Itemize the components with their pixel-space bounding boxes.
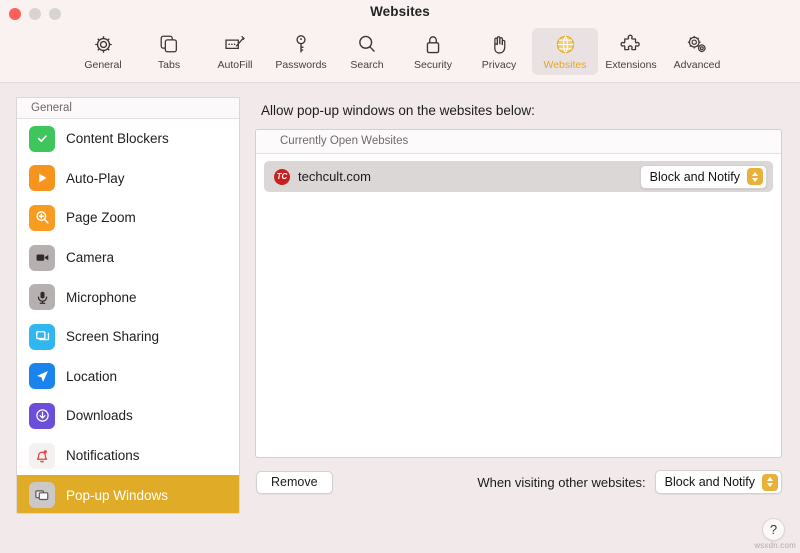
toolbar-item-tabs[interactable]: Tabs [136, 28, 202, 75]
websites-main-pane: Allow pop-up windows on the websites bel… [255, 97, 782, 553]
preferences-toolbar: General Tabs AutoFill Passwords Search S… [0, 27, 800, 83]
list-section-header: Currently Open Websites [256, 130, 781, 154]
remove-button[interactable]: Remove [256, 470, 333, 494]
site-name: techcult.com [298, 169, 371, 184]
sidebar-item-downloads[interactable]: Downloads [17, 396, 239, 436]
search-icon [356, 31, 378, 57]
zoom-in-icon [29, 204, 55, 231]
toolbar-label-extensions: Extensions [605, 59, 657, 71]
websites-list: Currently Open Websites TC techcult.com … [255, 129, 782, 458]
toolbar-label-general: General [84, 59, 122, 71]
key-icon [291, 31, 311, 57]
toolbar-item-autofill[interactable]: AutoFill [202, 28, 268, 75]
watermark: wsxdn.com [754, 541, 796, 550]
sidebar-label-screen-sharing: Screen Sharing [66, 329, 160, 345]
other-websites-dropdown[interactable]: Block and Notify [654, 470, 782, 494]
toolbar-item-general[interactable]: General [70, 28, 136, 75]
other-websites-value: Block and Notify [664, 475, 755, 489]
toolbar-label-tabs: Tabs [157, 59, 181, 71]
site-setting-value: Block and Notify [649, 169, 740, 184]
websites-sidebar: General Content Blockers Auto-Play Page … [16, 97, 240, 514]
sidebar-item-camera[interactable]: Camera [17, 238, 239, 278]
sidebar-item-location[interactable]: Location [17, 357, 239, 397]
screen-share-icon [29, 323, 55, 350]
shield-check-icon [29, 125, 55, 152]
chevron-updown-icon [747, 168, 763, 185]
site-favicon-icon: TC [274, 168, 290, 185]
toolbar-label-advanced: Advanced [673, 59, 721, 71]
toolbar-item-privacy[interactable]: Privacy [466, 28, 532, 75]
sidebar-label-downloads: Downloads [66, 408, 133, 424]
sidebar-item-microphone[interactable]: Microphone [17, 277, 239, 317]
toolbar-item-passwords[interactable]: Passwords [268, 28, 334, 75]
sidebar-label-notifications: Notifications [66, 448, 140, 464]
pane-title: Allow pop-up windows on the websites bel… [261, 103, 535, 118]
sidebar-label-camera: Camera [66, 250, 115, 266]
sidebar-label-location: Location [66, 368, 118, 384]
gears-icon [685, 31, 709, 57]
tabs-icon [158, 31, 180, 57]
sidebar-item-page-zoom[interactable]: Page Zoom [17, 198, 239, 238]
favicon-text: TC [276, 171, 288, 181]
microphone-icon [29, 284, 55, 311]
table-row[interactable]: TC techcult.com Block and Notify [264, 161, 773, 192]
lock-icon [423, 31, 443, 57]
preferences-content: General Content Blockers Auto-Play Page … [0, 83, 800, 553]
help-button[interactable]: ? [762, 518, 785, 541]
sidebar-label-page-zoom: Page Zoom [66, 210, 136, 226]
sidebar-item-screen-sharing[interactable]: Screen Sharing [17, 317, 239, 357]
play-icon [29, 165, 55, 192]
site-setting-dropdown[interactable]: Block and Notify [639, 164, 767, 189]
toolbar-item-search[interactable]: Search [334, 28, 400, 75]
download-icon [29, 402, 55, 429]
windows-icon [29, 482, 55, 509]
sidebar-item-pop-up-windows[interactable]: Pop-up Windows [17, 475, 239, 513]
toolbar-label-passwords: Passwords [275, 59, 327, 71]
preferences-window: Websites General Tabs AutoFill Passwords… [0, 0, 800, 553]
toolbar-label-search: Search [350, 59, 384, 71]
bell-icon [29, 442, 55, 469]
toolbar-label-autofill: AutoFill [217, 59, 253, 71]
toolbar-label-privacy: Privacy [481, 59, 517, 71]
toolbar-label-websites: Websites [543, 59, 587, 71]
sidebar-item-content-blockers[interactable]: Content Blockers [17, 119, 239, 159]
sidebar-label-auto-play: Auto-Play [66, 170, 125, 186]
autofill-icon [223, 31, 247, 57]
sidebar-item-auto-play[interactable]: Auto-Play [17, 159, 239, 199]
title-bar: Websites [0, 0, 800, 27]
sidebar-label-microphone: Microphone [66, 289, 137, 305]
gear-icon [92, 31, 115, 57]
other-websites-label: When visiting other websites: [477, 474, 646, 490]
location-icon [29, 363, 55, 390]
toolbar-item-websites[interactable]: Websites [532, 28, 598, 75]
puzzle-icon [619, 31, 643, 57]
sidebar-label-content-blockers: Content Blockers [66, 131, 169, 147]
hand-icon [489, 31, 510, 57]
list-controls: Remove When visiting other websites: Blo… [255, 470, 782, 494]
sidebar-section-header: General [17, 98, 239, 119]
sidebar-label-pop-up-windows: Pop-up Windows [66, 487, 169, 503]
toolbar-item-advanced[interactable]: Advanced [664, 28, 730, 75]
camera-icon [29, 244, 55, 271]
window-title: Websites [370, 4, 430, 19]
chevron-updown-icon [762, 473, 778, 491]
sidebar-item-notifications[interactable]: Notifications [17, 436, 239, 476]
toolbar-item-security[interactable]: Security [400, 28, 466, 75]
globe-icon [554, 31, 577, 57]
toolbar-label-security: Security [414, 59, 452, 71]
toolbar-item-extensions[interactable]: Extensions [598, 28, 664, 75]
